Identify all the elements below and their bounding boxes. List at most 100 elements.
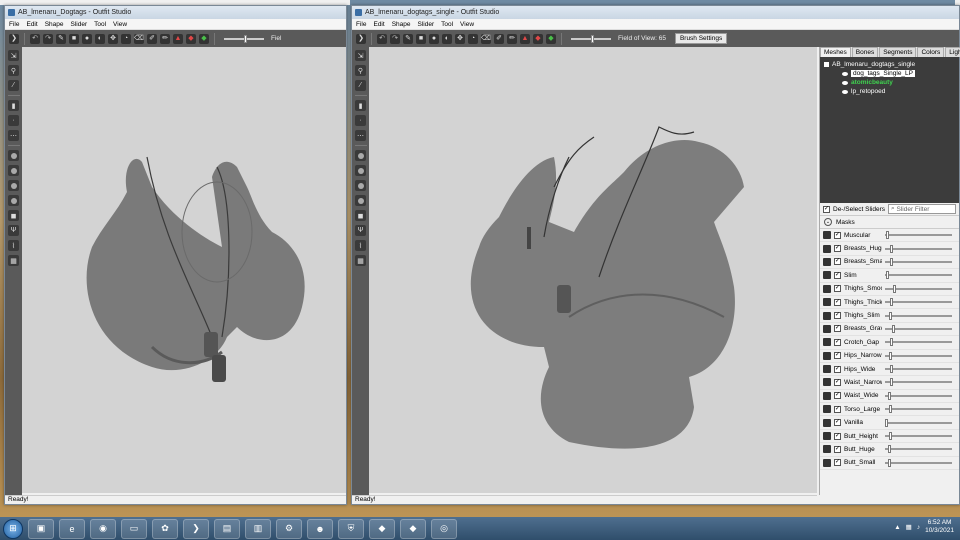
- menu-slider[interactable]: Slider: [417, 21, 434, 28]
- chrome-icon[interactable]: ◉: [90, 518, 116, 539]
- slider-knob[interactable]: [889, 351, 893, 360]
- bones-icon[interactable]: Ψ: [355, 225, 366, 236]
- slider-checkbox[interactable]: ✓: [834, 285, 841, 293]
- slider-knob[interactable]: [890, 365, 894, 374]
- slider-track[interactable]: [885, 405, 952, 414]
- app-icon[interactable]: ▭: [121, 518, 147, 539]
- slider-knob[interactable]: [890, 338, 894, 347]
- edit-slider-icon[interactable]: [823, 391, 831, 400]
- slider-checkbox[interactable]: ✓: [834, 459, 841, 467]
- transform-icon[interactable]: ⇲: [355, 50, 366, 61]
- slider-checkbox[interactable]: ✓: [834, 245, 841, 253]
- slider-track[interactable]: [885, 311, 952, 320]
- slider-row[interactable]: ✓ Butt_Height: [820, 430, 959, 444]
- slider-knob[interactable]: [890, 298, 894, 307]
- slider-checkbox[interactable]: ✓: [834, 378, 841, 386]
- sphere-icon[interactable]: [355, 180, 366, 191]
- slider-knob[interactable]: [890, 257, 894, 266]
- steam-icon[interactable]: ⚙: [276, 518, 302, 539]
- shield-icon[interactable]: ⛨: [338, 518, 364, 539]
- slider-checkbox[interactable]: ✓: [834, 392, 841, 400]
- undo-icon[interactable]: ↶: [30, 33, 40, 44]
- eye-icon[interactable]: [842, 89, 848, 94]
- mesh-row[interactable]: atomicbeauty: [824, 78, 955, 87]
- slider-row[interactable]: ✓Breasts_Gravity: [820, 323, 959, 337]
- grid-icon[interactable]: ▦: [355, 255, 366, 266]
- network-icon[interactable]: ▦: [906, 523, 912, 531]
- cube-icon[interactable]: ◼: [355, 210, 366, 221]
- fov-slider[interactable]: [571, 34, 611, 43]
- winamp-icon[interactable]: ❯: [183, 518, 209, 539]
- slider-knob[interactable]: [890, 244, 894, 253]
- edit-slider-icon[interactable]: [823, 405, 831, 414]
- window-titlebar[interactable]: AB_lmenaru_dogtags_single - Outfit Studi…: [352, 6, 959, 19]
- eyedropper-icon[interactable]: ⁄: [8, 80, 19, 91]
- diamond-red-icon[interactable]: ◆: [186, 33, 196, 44]
- menu-view[interactable]: View: [113, 21, 127, 28]
- sphere-icon[interactable]: [8, 180, 19, 191]
- slider-knob[interactable]: [891, 324, 895, 333]
- slider-row[interactable]: ✓ Waist_Wide: [820, 390, 959, 404]
- edit-slider-icon[interactable]: [823, 338, 831, 347]
- slider-track[interactable]: [885, 418, 952, 427]
- slider-row[interactable]: ✓ Breasts_Small: [820, 256, 959, 270]
- weight-paint-icon[interactable]: ∙: [8, 115, 19, 126]
- edit-slider-icon[interactable]: [823, 458, 831, 467]
- edit-slider-icon[interactable]: [823, 298, 831, 307]
- smooth-icon[interactable]: ◔: [121, 33, 131, 44]
- tab-bones[interactable]: Bones: [851, 47, 879, 57]
- slider-checkbox[interactable]: ✓: [834, 365, 841, 373]
- edit-slider-icon[interactable]: [823, 311, 831, 320]
- edit-slider-icon[interactable]: [823, 231, 831, 240]
- slider-checkbox[interactable]: ✓: [834, 352, 841, 360]
- slider-track[interactable]: [885, 445, 952, 454]
- menu-tool[interactable]: Tool: [94, 21, 106, 28]
- move-icon[interactable]: ✥: [108, 33, 118, 44]
- slider-checkbox[interactable]: ✓: [834, 325, 841, 333]
- edit-slider-icon[interactable]: [823, 365, 831, 374]
- slider-track[interactable]: [885, 324, 952, 333]
- edit-slider-icon[interactable]: [823, 432, 831, 441]
- slider-knob[interactable]: [889, 405, 893, 414]
- slider-checkbox[interactable]: ✓: [834, 419, 841, 427]
- mask-icon[interactable]: ■: [416, 33, 426, 44]
- mesh-row[interactable]: dog_tags_Single_LP: [824, 69, 955, 78]
- sphere-icon[interactable]: [355, 165, 366, 176]
- segment-icon[interactable]: ⋯: [8, 130, 19, 141]
- 3d-viewport[interactable]: [22, 47, 346, 493]
- slider-track[interactable]: [885, 271, 952, 280]
- vertex-icon[interactable]: ▮: [355, 100, 366, 111]
- discord-icon[interactable]: ☻: [307, 518, 333, 539]
- slider-track[interactable]: [885, 257, 952, 266]
- diamond-red-icon[interactable]: ◆: [533, 33, 543, 44]
- eye-icon[interactable]: [842, 71, 848, 76]
- pin-icon[interactable]: ⚲: [355, 65, 366, 76]
- triangle-red-icon[interactable]: ▲: [520, 33, 530, 44]
- slider-checkbox[interactable]: ✓: [834, 258, 841, 266]
- diamond-green-icon[interactable]: ◆: [199, 33, 209, 44]
- sphere-icon[interactable]: [8, 150, 19, 161]
- slider-track[interactable]: [885, 338, 952, 347]
- project-row[interactable]: AB_lmenaru_dogtags_single: [824, 60, 955, 69]
- bones-icon[interactable]: Ψ: [8, 225, 19, 236]
- media-icon[interactable]: ◎: [431, 518, 457, 539]
- diamond-green-icon[interactable]: ◆: [546, 33, 556, 44]
- slider-track[interactable]: [885, 231, 952, 240]
- slider-knob[interactable]: [893, 284, 897, 293]
- slider-knob[interactable]: [886, 271, 890, 280]
- window-titlebar[interactable]: AB_lmenaru_Dogtags - Outfit Studio: [5, 6, 346, 19]
- slider-track[interactable]: [885, 365, 952, 374]
- sphere-icon[interactable]: [355, 150, 366, 161]
- redo-icon[interactable]: ↷: [390, 33, 400, 44]
- slider-row[interactable]: ✓ Vanilla: [820, 416, 959, 430]
- slider-row[interactable]: ✓ Slim: [820, 269, 959, 283]
- deflate-icon[interactable]: ◐: [442, 33, 452, 44]
- weight-icon[interactable]: ✏: [507, 33, 517, 44]
- slider-checkbox[interactable]: ✓: [834, 432, 841, 440]
- slider-checkbox[interactable]: ✓: [834, 445, 841, 453]
- slider-knob[interactable]: [889, 311, 893, 320]
- slider-row[interactable]: ✓ Breasts_Huge: [820, 242, 959, 256]
- terminal-icon[interactable]: ▤: [214, 518, 240, 539]
- slider-row[interactable]: ✓ Butt_Small: [820, 457, 959, 471]
- menu-view[interactable]: View: [460, 21, 474, 28]
